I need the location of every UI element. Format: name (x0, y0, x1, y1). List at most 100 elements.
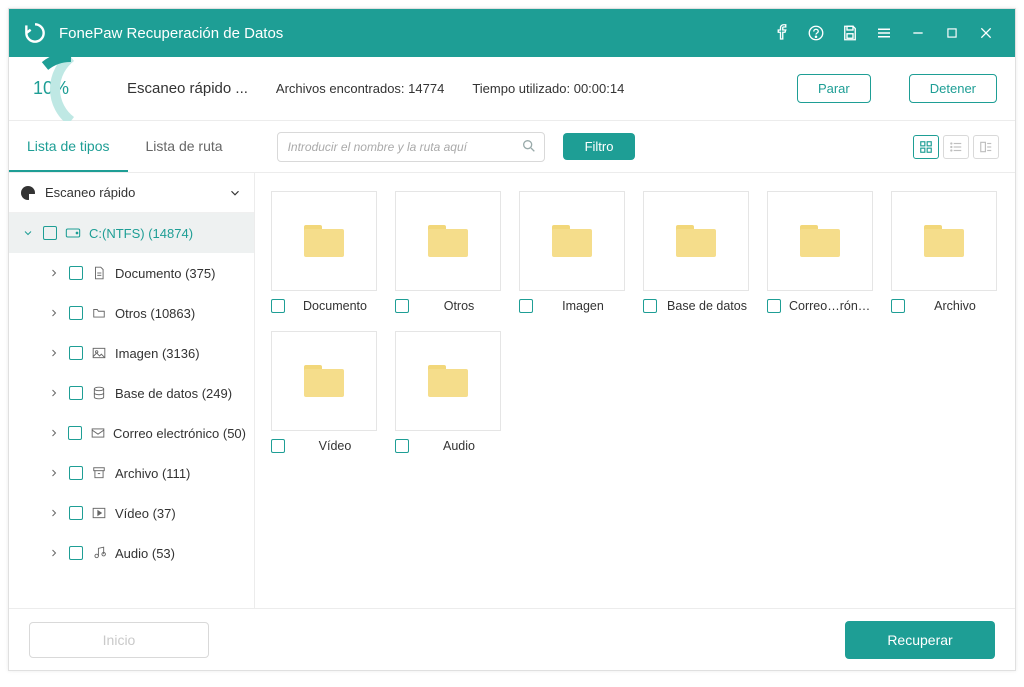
checkbox[interactable] (69, 546, 83, 560)
folder-icon (304, 365, 344, 397)
tree-item-image[interactable]: Imagen (3136) (9, 333, 254, 373)
progress-indicator: 10% (27, 57, 99, 121)
menu-icon[interactable] (867, 16, 901, 50)
checkbox[interactable] (767, 299, 781, 313)
tree-root-quick-scan[interactable]: Escaneo rápido (9, 173, 254, 213)
checkbox[interactable] (69, 506, 83, 520)
title-bar: FonePaw Recuperación de Datos (9, 9, 1015, 57)
checkbox[interactable] (68, 426, 82, 440)
tree-item-label: Imagen (3136) (115, 346, 200, 361)
facebook-icon[interactable] (765, 16, 799, 50)
folder-thumbnail (271, 331, 377, 431)
folder-icon (676, 225, 716, 257)
folder-card[interactable]: Documento (271, 191, 377, 313)
sidebar: Escaneo rápido C:(NTFS) (14874) Document… (9, 173, 255, 608)
tree-item-label: Documento (375) (115, 266, 215, 281)
folder-label: Base de datos (665, 299, 749, 313)
folder-icon (91, 307, 107, 319)
filter-button[interactable]: Filtro (563, 133, 636, 160)
search-input[interactable] (277, 132, 545, 162)
search-icon[interactable] (521, 138, 537, 159)
folder-card[interactable]: Audio (395, 331, 501, 453)
folder-card[interactable]: Base de datos (643, 191, 749, 313)
folder-thumbnail (271, 191, 377, 291)
app-title: FonePaw Recuperación de Datos (59, 25, 283, 42)
checkbox[interactable] (69, 266, 83, 280)
checkbox[interactable] (43, 226, 57, 240)
chevron-down-icon (228, 186, 242, 200)
audio-icon (91, 546, 107, 560)
folder-card[interactable]: Imagen (519, 191, 625, 313)
view-list-icon[interactable] (943, 135, 969, 159)
folder-card[interactable]: Archivo (891, 191, 997, 313)
checkbox[interactable] (643, 299, 657, 313)
checkbox[interactable] (69, 386, 83, 400)
tree-item-label: Audio (53) (115, 546, 175, 561)
recover-button[interactable]: Recuperar (845, 621, 995, 659)
tree-item-database[interactable]: Base de datos (249) (9, 373, 254, 413)
folder-card[interactable]: Otros (395, 191, 501, 313)
content-grid: Documento Otros Imagen Base de datos Cor… (255, 173, 1015, 608)
chevron-right-icon (47, 547, 61, 559)
tree-item-video[interactable]: Vídeo (37) (9, 493, 254, 533)
checkbox[interactable] (891, 299, 905, 313)
start-button[interactable]: Inicio (29, 622, 209, 658)
scan-status-bar: 10% Escaneo rápido ... Archivos encontra… (9, 57, 1015, 121)
tree-item-document[interactable]: Documento (375) (9, 253, 254, 293)
folder-card[interactable]: Vídeo (271, 331, 377, 453)
checkbox[interactable] (69, 466, 83, 480)
image-icon (91, 347, 107, 359)
tree-item-archive[interactable]: Archivo (111) (9, 453, 254, 493)
checkbox[interactable] (69, 306, 83, 320)
close-icon[interactable] (969, 16, 1003, 50)
tree-item-others[interactable]: Otros (10863) (9, 293, 254, 333)
footer: Inicio Recuperar (9, 608, 1015, 670)
tree-drive-c[interactable]: C:(NTFS) (14874) (9, 213, 254, 253)
folder-icon (800, 225, 840, 257)
drive-icon (65, 227, 81, 239)
maximize-icon[interactable] (935, 16, 969, 50)
folder-icon (428, 225, 468, 257)
chevron-right-icon (47, 387, 61, 399)
tab-path-list[interactable]: Lista de ruta (128, 121, 241, 172)
folder-label: Vídeo (293, 439, 377, 453)
chevron-right-icon (47, 467, 61, 479)
folder-label: Correo…rónico (789, 299, 873, 313)
folder-label: Imagen (541, 299, 625, 313)
checkbox[interactable] (395, 299, 409, 313)
chevron-down-icon (21, 227, 35, 239)
folder-icon (304, 225, 344, 257)
tree-item-audio[interactable]: Audio (53) (9, 533, 254, 573)
save-icon[interactable] (833, 16, 867, 50)
view-grid-icon[interactable] (913, 135, 939, 159)
folder-card[interactable]: Correo…rónico (767, 191, 873, 313)
toolbar: Lista de tipos Lista de ruta Filtro (9, 121, 1015, 173)
database-icon (91, 386, 107, 400)
video-icon (91, 507, 107, 519)
checkbox[interactable] (519, 299, 533, 313)
view-detail-icon[interactable] (973, 135, 999, 159)
tree-item-email[interactable]: Correo electrónico (50) (9, 413, 254, 453)
checkbox[interactable] (271, 439, 285, 453)
archive-icon (91, 466, 107, 480)
tab-type-list[interactable]: Lista de tipos (9, 121, 128, 172)
folder-label: Audio (417, 439, 501, 453)
document-icon (91, 266, 107, 280)
checkbox[interactable] (69, 346, 83, 360)
folder-label: Otros (417, 299, 501, 313)
tree-drive-label: C:(NTFS) (14874) (89, 226, 193, 241)
email-icon (90, 427, 105, 439)
elapsed-time-label: Tiempo utilizado: 00:00:14 (472, 81, 624, 96)
checkbox[interactable] (395, 439, 409, 453)
folder-icon (428, 365, 468, 397)
app-logo-icon (21, 19, 49, 47)
tree-item-label: Archivo (111) (115, 466, 190, 481)
folder-thumbnail (643, 191, 749, 291)
checkbox[interactable] (271, 299, 285, 313)
feedback-icon[interactable] (799, 16, 833, 50)
folder-icon (924, 225, 964, 257)
minimize-icon[interactable] (901, 16, 935, 50)
stop-button[interactable]: Detener (909, 74, 997, 103)
pause-button[interactable]: Parar (797, 74, 871, 103)
chevron-right-icon (47, 427, 60, 439)
